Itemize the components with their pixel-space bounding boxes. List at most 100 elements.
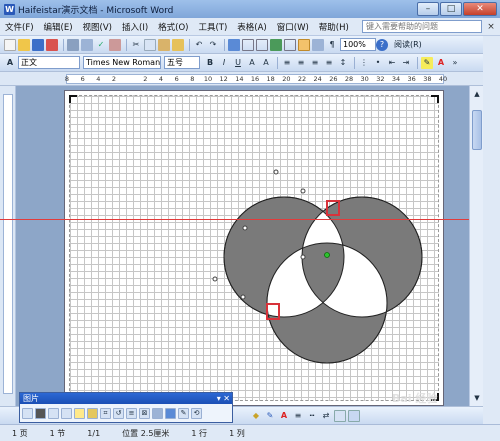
underline-icon[interactable]: U xyxy=(232,57,244,69)
line-color-icon[interactable]: ✎ xyxy=(264,410,276,422)
format-painter-icon[interactable] xyxy=(172,38,184,51)
close-document-icon[interactable]: × xyxy=(485,22,497,32)
zoom-select[interactable]: 100% xyxy=(340,38,376,51)
menu-insert[interactable]: 插入(I) xyxy=(117,21,153,33)
drawing-icon[interactable] xyxy=(298,38,310,51)
menu-format[interactable]: 格式(O) xyxy=(153,21,193,33)
more-brightness-icon[interactable] xyxy=(74,407,85,419)
resize-handle[interactable] xyxy=(273,169,279,175)
menu-file[interactable]: 文件(F) xyxy=(0,21,39,33)
shadow-icon[interactable] xyxy=(334,409,346,422)
document-page[interactable] xyxy=(64,90,444,406)
tables-borders-icon[interactable] xyxy=(242,38,254,51)
new-document-icon[interactable] xyxy=(4,38,16,51)
rotate-left-icon[interactable]: ↺ xyxy=(113,407,124,419)
toolbar-options-icon[interactable]: » xyxy=(449,57,461,69)
help-icon[interactable]: ? xyxy=(376,38,388,51)
dash-style-icon[interactable]: ┅ xyxy=(306,410,318,422)
undo-icon[interactable]: ↶ xyxy=(193,39,205,51)
minimize-button[interactable]: – xyxy=(417,2,439,16)
decrease-indent-icon[interactable]: ⇤ xyxy=(386,57,398,69)
justify-icon[interactable]: ≡ xyxy=(323,57,335,69)
read-mode-button[interactable]: 阅读(R) xyxy=(394,39,422,50)
columns-icon[interactable] xyxy=(284,38,296,51)
format-picture-icon[interactable] xyxy=(165,407,176,419)
font-size-select[interactable]: 五号 xyxy=(164,56,200,69)
research-icon[interactable] xyxy=(109,38,121,51)
vertical-scrollbar[interactable]: ▲ ▼ xyxy=(469,86,483,406)
text-wrapping-icon[interactable] xyxy=(152,407,163,419)
resize-handle[interactable] xyxy=(300,254,306,260)
bullets-icon[interactable]: • xyxy=(372,57,384,69)
resize-handle[interactable] xyxy=(240,294,246,300)
align-left-icon[interactable]: ≡ xyxy=(281,57,293,69)
crop-icon[interactable]: ⌗ xyxy=(100,407,111,419)
align-right-icon[interactable]: ≡ xyxy=(309,57,321,69)
redo-icon[interactable]: ↷ xyxy=(207,39,219,51)
bold-icon[interactable]: B xyxy=(204,57,216,69)
menu-edit[interactable]: 编辑(E) xyxy=(39,21,78,33)
copy-icon[interactable] xyxy=(144,38,156,51)
spelling-icon[interactable]: ✓ xyxy=(95,39,107,51)
right-frame xyxy=(483,36,500,441)
scroll-up-icon[interactable]: ▲ xyxy=(471,88,483,100)
hyperlink-icon[interactable] xyxy=(228,38,240,51)
insert-picture-icon[interactable] xyxy=(22,407,33,419)
close-window-button[interactable]: ✕ xyxy=(463,2,497,16)
permission-icon[interactable] xyxy=(46,38,58,51)
menu-help[interactable]: 帮助(H) xyxy=(314,21,354,33)
help-search-input[interactable]: 键入需要帮助的问题 xyxy=(362,20,482,33)
scroll-thumb[interactable] xyxy=(472,110,482,150)
arrow-style-icon[interactable]: ⇄ xyxy=(320,410,332,422)
resize-handle[interactable] xyxy=(242,225,248,231)
insert-table-icon[interactable] xyxy=(256,38,268,51)
maximize-button[interactable]: □ xyxy=(440,2,462,16)
italic-icon[interactable]: I xyxy=(218,57,230,69)
save-icon[interactable] xyxy=(32,38,44,51)
more-contrast-icon[interactable] xyxy=(48,407,59,419)
menu-window[interactable]: 窗口(W) xyxy=(272,21,314,33)
font-color-icon[interactable]: A xyxy=(435,57,447,69)
picture-toolbar-close-icon[interactable]: ▾ ✕ xyxy=(217,393,230,404)
vertical-ruler[interactable] xyxy=(3,94,13,394)
align-center-icon[interactable]: ≡ xyxy=(295,57,307,69)
paste-icon[interactable] xyxy=(158,38,170,51)
venn-diagram-picture[interactable] xyxy=(65,91,445,406)
horizontal-ruler[interactable]: 8 6 4 2 2 4 6 8 10 12 14 16 18 20 22 24 26 28 30 32 34 36 38 40 xyxy=(0,72,500,86)
menu-table[interactable]: 表格(A) xyxy=(232,21,271,33)
line-spacing-icon[interactable]: ↕ xyxy=(337,57,349,69)
less-contrast-icon[interactable] xyxy=(61,407,72,419)
compress-pictures-icon[interactable]: ⊠ xyxy=(139,407,150,419)
fill-color-icon[interactable]: ◆ xyxy=(250,410,262,422)
picture-toolbar[interactable]: 图片 ▾ ✕ ⌗ ↺ ≡ ⊠ ✎ ⟲ xyxy=(19,392,233,423)
open-folder-icon[interactable] xyxy=(18,38,30,51)
resize-handle[interactable] xyxy=(212,276,218,282)
3d-style-icon[interactable] xyxy=(348,409,360,422)
menu-view[interactable]: 视图(V) xyxy=(78,21,117,33)
print-icon[interactable] xyxy=(67,38,79,51)
char-border-icon[interactable]: A xyxy=(246,57,258,69)
less-brightness-icon[interactable] xyxy=(87,407,98,419)
picture-toolbar-titlebar[interactable]: 图片 ▾ ✕ xyxy=(20,393,232,404)
document-map-icon[interactable] xyxy=(312,38,324,51)
rotate-handle[interactable] xyxy=(324,252,330,258)
print-preview-icon[interactable] xyxy=(81,38,93,51)
cut-icon[interactable]: ✂ xyxy=(130,39,142,51)
font-select[interactable]: Times New Roman xyxy=(83,56,161,69)
resize-handle[interactable] xyxy=(300,188,306,194)
line-style-icon[interactable]: ≡ xyxy=(292,410,304,422)
increase-indent-icon[interactable]: ⇥ xyxy=(400,57,412,69)
highlight-icon[interactable]: ✎ xyxy=(421,56,433,69)
reset-picture-icon[interactable]: ⟲ xyxy=(191,407,202,419)
style-select[interactable]: 正文 xyxy=(18,56,80,69)
set-transparent-color-icon[interactable]: ✎ xyxy=(178,407,189,419)
char-scale-icon[interactable]: A xyxy=(260,57,272,69)
insert-excel-icon[interactable] xyxy=(270,38,282,51)
line-style-picture-icon[interactable]: ≡ xyxy=(126,407,137,419)
color-icon[interactable] xyxy=(35,407,46,419)
menu-tools[interactable]: 工具(T) xyxy=(193,21,232,33)
show-hide-icon[interactable]: ¶ xyxy=(326,39,338,51)
font-color-draw-icon[interactable]: A xyxy=(278,410,290,422)
numbering-icon[interactable]: ⋮ xyxy=(358,57,370,69)
styles-icon[interactable]: A xyxy=(4,57,16,69)
